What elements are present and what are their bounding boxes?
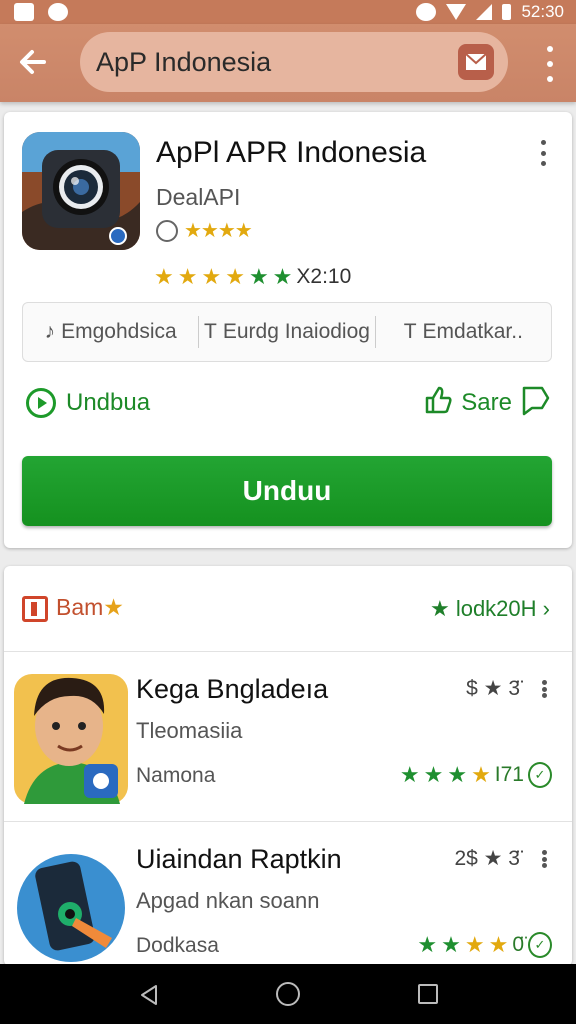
info-item-label: Eurdg Inaiodiog: [222, 320, 370, 343]
nav-home-icon[interactable]: [276, 982, 300, 1006]
info-strip: ♪ Emgohdsica T Eurdg Inaiodiog T Emdatka…: [22, 302, 552, 362]
alarm-icon: [416, 3, 437, 21]
info-item-label: Emgohdsica: [61, 320, 177, 343]
gmail-notification-icon: [14, 3, 34, 21]
item-rating-count: I71: [494, 763, 524, 786]
developer-name[interactable]: DealAPI: [156, 184, 240, 211]
item-meta: Namona: [136, 764, 216, 787]
star-icon: ★: [177, 264, 198, 289]
star-icon: ★: [201, 264, 222, 289]
info-item-rating[interactable]: T Eurdg Inaiodiog: [199, 302, 374, 362]
item-meta: Dodkasa: [136, 934, 219, 957]
tag-icon: T: [403, 320, 417, 343]
music-note-icon: ♪: [44, 320, 56, 343]
card-overflow-menu-icon[interactable]: [538, 140, 548, 166]
back-arrow-icon[interactable]: [14, 44, 54, 80]
cartoon-man-icon: [14, 664, 128, 812]
rating-summary: ★ ★ ★ ★ ★ ★ X2:10: [154, 264, 351, 290]
item-price: 2$ ★ 3̈̈: [454, 847, 520, 870]
overflow-menu-icon[interactable]: [542, 46, 558, 82]
signal-icon: [476, 4, 493, 20]
info-item-label: Emdatkar..: [422, 320, 523, 343]
list-header: Bam★ ★ lodk20H ›: [4, 566, 572, 652]
item-rating: ★ ★ ★ ★ I71 ✓: [400, 762, 552, 788]
item-subtitle: Apgad nkan soann: [136, 888, 320, 913]
rating-count: X2:10: [296, 265, 352, 288]
star-icon: ★: [441, 932, 461, 957]
item-subtitle: Tleomasiia: [136, 718, 243, 743]
mail-icon[interactable]: [458, 44, 494, 80]
related-apps-card: Bam★ ★ lodk20H › Kega Bngladeıa Tleomasi…: [4, 566, 572, 966]
clock-icon: [156, 219, 178, 242]
star-icon: ★: [225, 264, 245, 289]
list-header-link[interactable]: ★ lodk20H ›: [430, 596, 550, 622]
item-title: Uiaindan Raptkin: [136, 844, 342, 874]
list-item[interactable]: Uiaindan Raptkin Apgad nkan soann Dodkas…: [4, 822, 572, 966]
thumbs-up-icon: [423, 384, 453, 421]
item-rating: ★ ★ ★ ★ 0̈ ✓: [417, 932, 552, 958]
star-icon: ★: [429, 596, 450, 621]
battery-icon: [502, 4, 512, 20]
item-rating-count: 0̈: [512, 933, 524, 956]
app-title: ApPl APR Indonesia: [156, 136, 427, 169]
star-icon: ★: [272, 264, 293, 289]
media-notification-icon: [48, 3, 68, 21]
camera-app-icon: [22, 132, 140, 250]
share-action[interactable]: Sare: [423, 384, 550, 421]
rating-stars-small: ★★★★: [184, 220, 253, 242]
wifi-icon: [446, 4, 467, 20]
item-price: $ ★ 3̈̈: [466, 677, 520, 700]
star-icon: ★: [447, 762, 468, 787]
list-item[interactable]: Kega Bngladeıa Tleomasiia Namona $ ★ 3̈̈…: [4, 652, 572, 822]
info-item-category[interactable]: ♪ Emgohdsica: [23, 302, 198, 362]
nav-back-icon[interactable]: [138, 984, 160, 1011]
preview-label: Undbua: [66, 389, 151, 416]
nav-recents-icon[interactable]: [418, 984, 438, 1004]
verified-shield-icon: ✓: [528, 932, 552, 958]
star-icon: ★: [399, 762, 420, 787]
item-overflow-menu-icon[interactable]: [540, 680, 548, 698]
phone-tap-icon: [14, 834, 128, 966]
status-time: 52:30: [521, 2, 564, 21]
search-query[interactable]: ApP Indonesia: [96, 32, 271, 92]
bookmark-icon: [22, 596, 48, 622]
star-icon: ★: [417, 932, 438, 957]
system-nav-bar: [0, 964, 576, 1024]
star-icon: ★: [423, 762, 444, 787]
status-bar: 52:30: [0, 0, 576, 24]
share-label: Sare: [461, 388, 512, 416]
star-icon: ★: [464, 932, 485, 957]
install-button[interactable]: Unduu: [22, 456, 552, 526]
play-circle-icon: [26, 388, 56, 418]
star-icon: ★: [248, 264, 269, 289]
tag-icon: T: [204, 320, 217, 343]
list-header-title: Bam★: [56, 594, 124, 620]
item-overflow-menu-icon[interactable]: [540, 850, 548, 868]
star-icon: ★: [103, 594, 124, 620]
search-box[interactable]: ApP Indonesia: [80, 32, 508, 92]
app-detail-card: ApPl APR Indonesia DealAPI ★★★★ ★ ★ ★ ★ …: [4, 112, 572, 548]
app-bar: ApP Indonesia: [0, 24, 576, 102]
verified-shield-icon: ✓: [528, 762, 552, 788]
star-icon: ★: [154, 264, 174, 289]
star-icon: ★: [471, 762, 491, 787]
flag-icon[interactable]: [520, 384, 550, 421]
item-title: Kega Bngladeıa: [136, 674, 329, 704]
preview-action[interactable]: Undbua: [26, 388, 150, 418]
star-icon: ★: [488, 932, 509, 957]
info-item-more[interactable]: T Emdatkar..: [376, 302, 551, 362]
content-rating: ★★★★: [156, 218, 253, 243]
